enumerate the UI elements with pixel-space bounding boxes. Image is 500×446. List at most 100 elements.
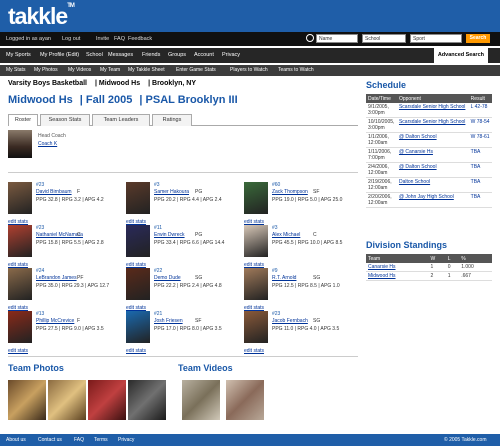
takkle-logo[interactable]: takkleTM: [8, 3, 75, 30]
player-photo[interactable]: [244, 311, 268, 343]
player-name-link[interactable]: Jacob Fernbach: [272, 318, 308, 324]
player-name-link[interactable]: R.T. Arnold: [272, 275, 296, 281]
schedule-date: 10/10/2005, 3:00pm: [366, 117, 397, 133]
nav-messages[interactable]: Messages: [108, 48, 133, 63]
player-photo[interactable]: [8, 268, 32, 300]
player-name-link[interactable]: Zack Thompson: [272, 189, 308, 195]
footer-about[interactable]: About us: [6, 434, 26, 446]
schedule-opponent[interactable]: @ Dalton School: [396, 162, 469, 178]
standings-losses: 0: [445, 263, 460, 272]
search-button[interactable]: Search: [466, 34, 490, 43]
schedule-date: 2/19/2006, 12:00am: [366, 177, 397, 193]
tab-team-leaders[interactable]: Team Leaders: [92, 114, 150, 126]
player-name-link[interactable]: Phillip McCrevice: [36, 318, 74, 324]
search-sport-select[interactable]: Sport: [410, 34, 462, 43]
schedule-opponent[interactable]: @ Dalton School: [396, 132, 469, 148]
copyright: © 2005 Takkle.com: [444, 437, 487, 443]
tab-season-stats[interactable]: Season Stats: [40, 114, 90, 126]
advanced-search-link[interactable]: Advanced Search: [433, 48, 488, 63]
team-photo-thumb[interactable]: [8, 380, 46, 420]
edit-stats-link[interactable]: edit stats: [244, 348, 264, 354]
schedule-opponent[interactable]: @ Canarsie Hs: [396, 147, 469, 163]
subnav-my-photos[interactable]: My Photos: [34, 65, 58, 76]
coach-photo[interactable]: [8, 130, 32, 158]
schedule-date: 9/1/2005, 3:00pm: [366, 103, 397, 118]
schedule-opponent[interactable]: Dalton School: [396, 177, 469, 193]
subnav-players-to-watch[interactable]: Players to Watch: [230, 65, 268, 76]
subnav-teams-to-watch[interactable]: Teams to Watch: [278, 65, 314, 76]
subnav-my-team[interactable]: My Team: [100, 65, 120, 76]
schedule-result[interactable]: W 78-61: [468, 132, 492, 148]
feedback-link[interactable]: Feedback: [128, 32, 152, 46]
player-photo[interactable]: [126, 225, 150, 257]
standings-wins: 2: [428, 271, 446, 281]
tab-roster[interactable]: Roster: [8, 114, 38, 126]
player-name-link[interactable]: Nathaniel McNamara: [36, 232, 83, 238]
team-photo-thumb[interactable]: [88, 380, 126, 420]
nav-my-sports[interactable]: My Sports: [6, 48, 31, 63]
player-photo[interactable]: [126, 268, 150, 300]
schedule-result[interactable]: W 78-54: [468, 117, 492, 133]
player-photo[interactable]: [126, 182, 150, 214]
subnav-my-stats[interactable]: My Stats: [6, 65, 25, 76]
schedule-row: 2/4/2006, 12:00am @ Dalton School TBA: [366, 162, 492, 178]
team-tabs: Roster Season Stats Team Leaders Ratings: [8, 114, 358, 126]
player-number: #24: [36, 268, 45, 274]
footer-privacy[interactable]: Privacy: [118, 434, 134, 446]
player-name-link[interactable]: LeBrandon James: [36, 275, 77, 281]
subnav-enter-game-stats[interactable]: Enter Game Stats: [176, 65, 216, 76]
player-name-link[interactable]: Alex Michael: [272, 232, 300, 238]
tab-ratings[interactable]: Ratings: [152, 114, 192, 126]
schedule-opponent[interactable]: @ John Jay High School: [396, 192, 469, 208]
player-photo[interactable]: [8, 225, 32, 257]
player-photo[interactable]: [244, 268, 268, 300]
search-input[interactable]: Name: [316, 34, 358, 43]
schedule-opponent[interactable]: Scarsdale Senior High School: [396, 103, 469, 118]
standings-losses: 1: [445, 271, 460, 281]
schedule-result[interactable]: TBA: [468, 162, 492, 178]
nav-school[interactable]: School: [86, 48, 103, 63]
standings-team[interactable]: Midwood Hs: [366, 271, 429, 281]
subnav-takkle-sheet[interactable]: My Takkle Sheet: [128, 65, 165, 76]
player-photo[interactable]: [244, 225, 268, 257]
footer-contact[interactable]: Contact us: [38, 434, 62, 446]
player-name-link[interactable]: Josh Friesen: [154, 318, 183, 324]
player-photo[interactable]: [126, 311, 150, 343]
faq-link[interactable]: FAQ: [114, 32, 125, 46]
schedule-result[interactable]: TBA: [468, 192, 492, 208]
nav-account[interactable]: Account: [194, 48, 214, 63]
schedule-result[interactable]: L 42-78: [468, 103, 492, 118]
player-name-link[interactable]: Demo Dude: [154, 275, 181, 281]
team-video-thumb[interactable]: [182, 380, 220, 420]
logout-link[interactable]: Log out: [62, 32, 80, 46]
footer-faq[interactable]: FAQ: [74, 434, 84, 446]
player-stats: PPG 33.4 | RPG 6.6 | APG 14.4: [154, 240, 225, 246]
standings-team[interactable]: Canarsie Hs: [366, 263, 429, 272]
player-stats: PPG 22.2 | RPG 2.4 | APG 4.8: [154, 283, 222, 289]
coach-name-link[interactable]: Coach K: [38, 141, 57, 147]
player-photo[interactable]: [8, 182, 32, 214]
schedule-result[interactable]: TBA: [468, 147, 492, 163]
player-name-link[interactable]: David Birnbaum: [36, 189, 72, 195]
player-position: SF: [313, 189, 320, 195]
schedule-result[interactable]: TBA: [468, 177, 492, 193]
nav-privacy[interactable]: Privacy: [222, 48, 240, 63]
invite-link[interactable]: Invite: [96, 32, 109, 46]
schedule-opponent[interactable]: Scarsdale Senior High School: [396, 117, 469, 133]
player-name-link[interactable]: Samer Hakoura: [154, 189, 189, 195]
nav-groups[interactable]: Groups: [168, 48, 186, 63]
edit-stats-link[interactable]: edit stats: [8, 348, 28, 354]
nav-friends[interactable]: Friends: [142, 48, 160, 63]
footer-terms[interactable]: Terms: [94, 434, 108, 446]
player-photo[interactable]: [8, 311, 32, 343]
player-number: #3: [154, 182, 160, 188]
team-photo-thumb[interactable]: [128, 380, 166, 420]
subnav-my-videos[interactable]: My Videos: [68, 65, 91, 76]
nav-my-profile[interactable]: My Profile (Edit): [40, 48, 79, 63]
player-name-link[interactable]: Erwin Dwreck: [154, 232, 185, 238]
player-photo[interactable]: [244, 182, 268, 214]
team-photo-thumb[interactable]: [48, 380, 86, 420]
team-video-thumb[interactable]: [226, 380, 264, 420]
search-category-select[interactable]: School: [362, 34, 406, 43]
edit-stats-link[interactable]: edit stats: [126, 348, 146, 354]
